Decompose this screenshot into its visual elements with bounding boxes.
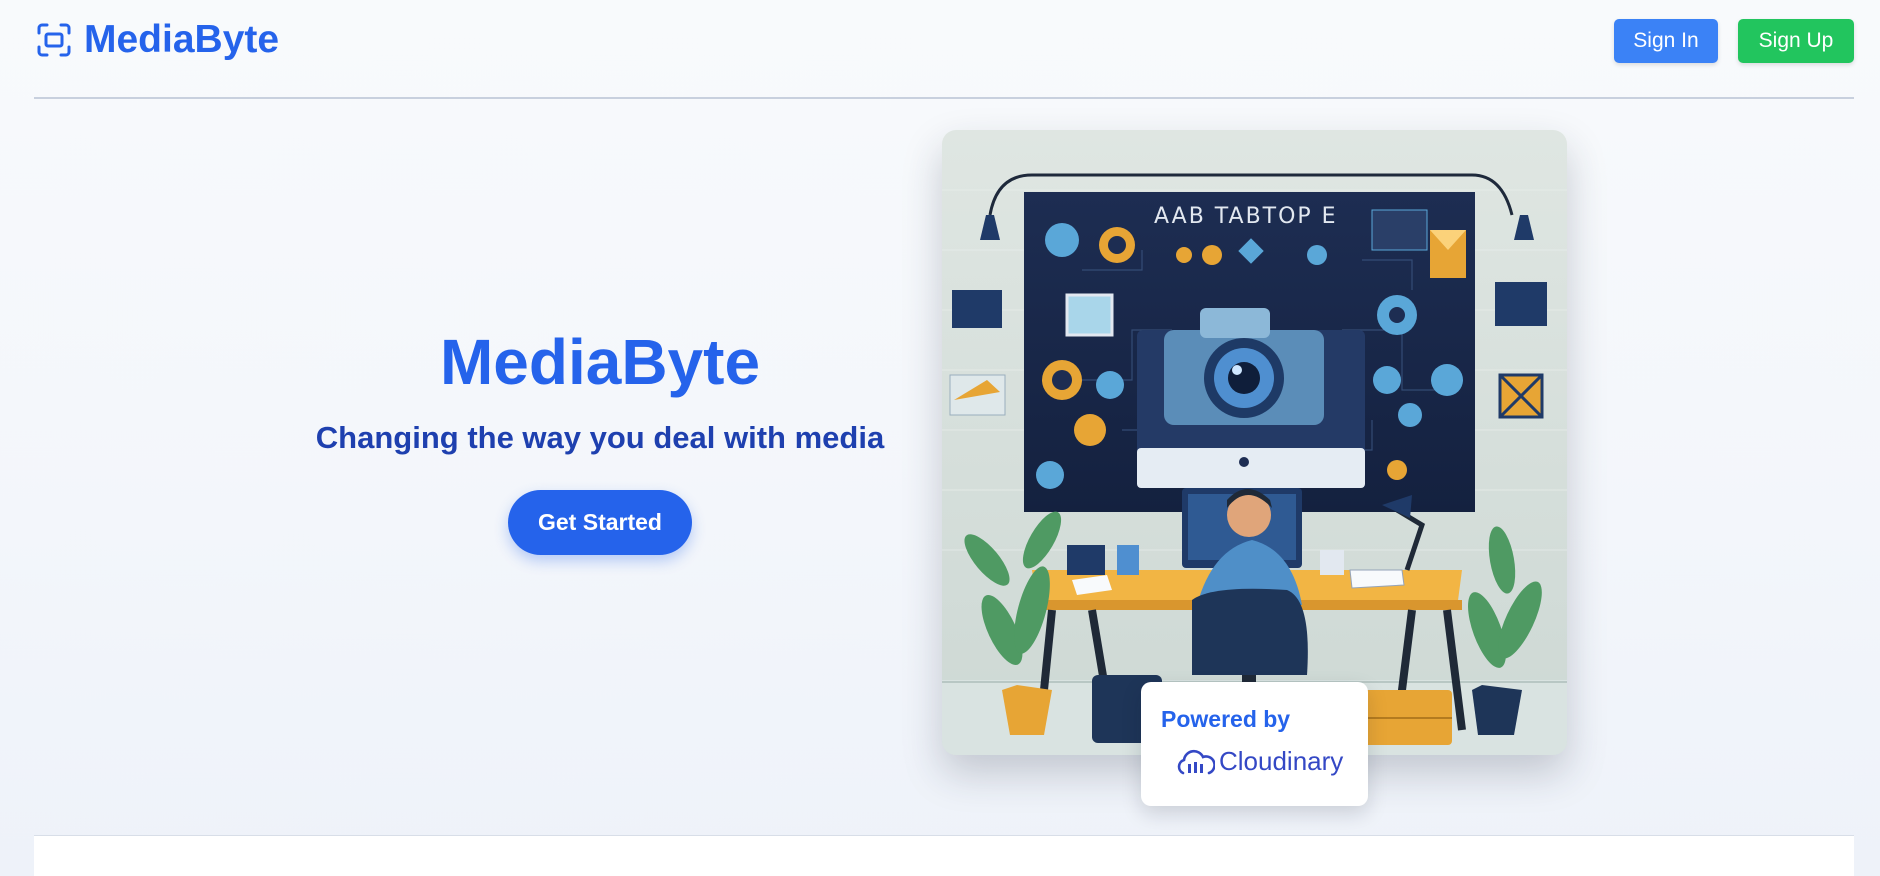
powered-by-badge[interactable]: Powered by Cloudinary — [1141, 682, 1368, 806]
board-text: AAB TABTOP E — [1154, 204, 1338, 229]
hero-title: MediaByte — [439, 326, 761, 398]
hero-tagline: Changing the way you deal with media — [315, 420, 885, 455]
cloudinary-logo: Cloudinary — [1175, 746, 1343, 777]
powered-by-label: Powered by — [1161, 706, 1291, 732]
hero-section: MediaByte Changing the way you deal with… — [300, 320, 900, 555]
get-started-button[interactable]: Get Started — [508, 490, 692, 555]
sign-up-button[interactable]: Sign Up — [1738, 19, 1854, 63]
scan-frame-icon — [37, 23, 71, 57]
hero-illustration: AAB TABTOP E — [942, 130, 1567, 755]
brand-name: MediaByte — [84, 18, 280, 61]
cloud-icon — [1177, 749, 1215, 774]
cloudinary-wordmark: Cloudinary — [1219, 746, 1344, 776]
content-panel — [34, 835, 1854, 876]
top-header: MediaByte Sign In Sign Up — [34, 0, 1854, 99]
brand-logo[interactable]: MediaByte — [36, 18, 279, 62]
sign-in-button[interactable]: Sign In — [1614, 19, 1718, 63]
